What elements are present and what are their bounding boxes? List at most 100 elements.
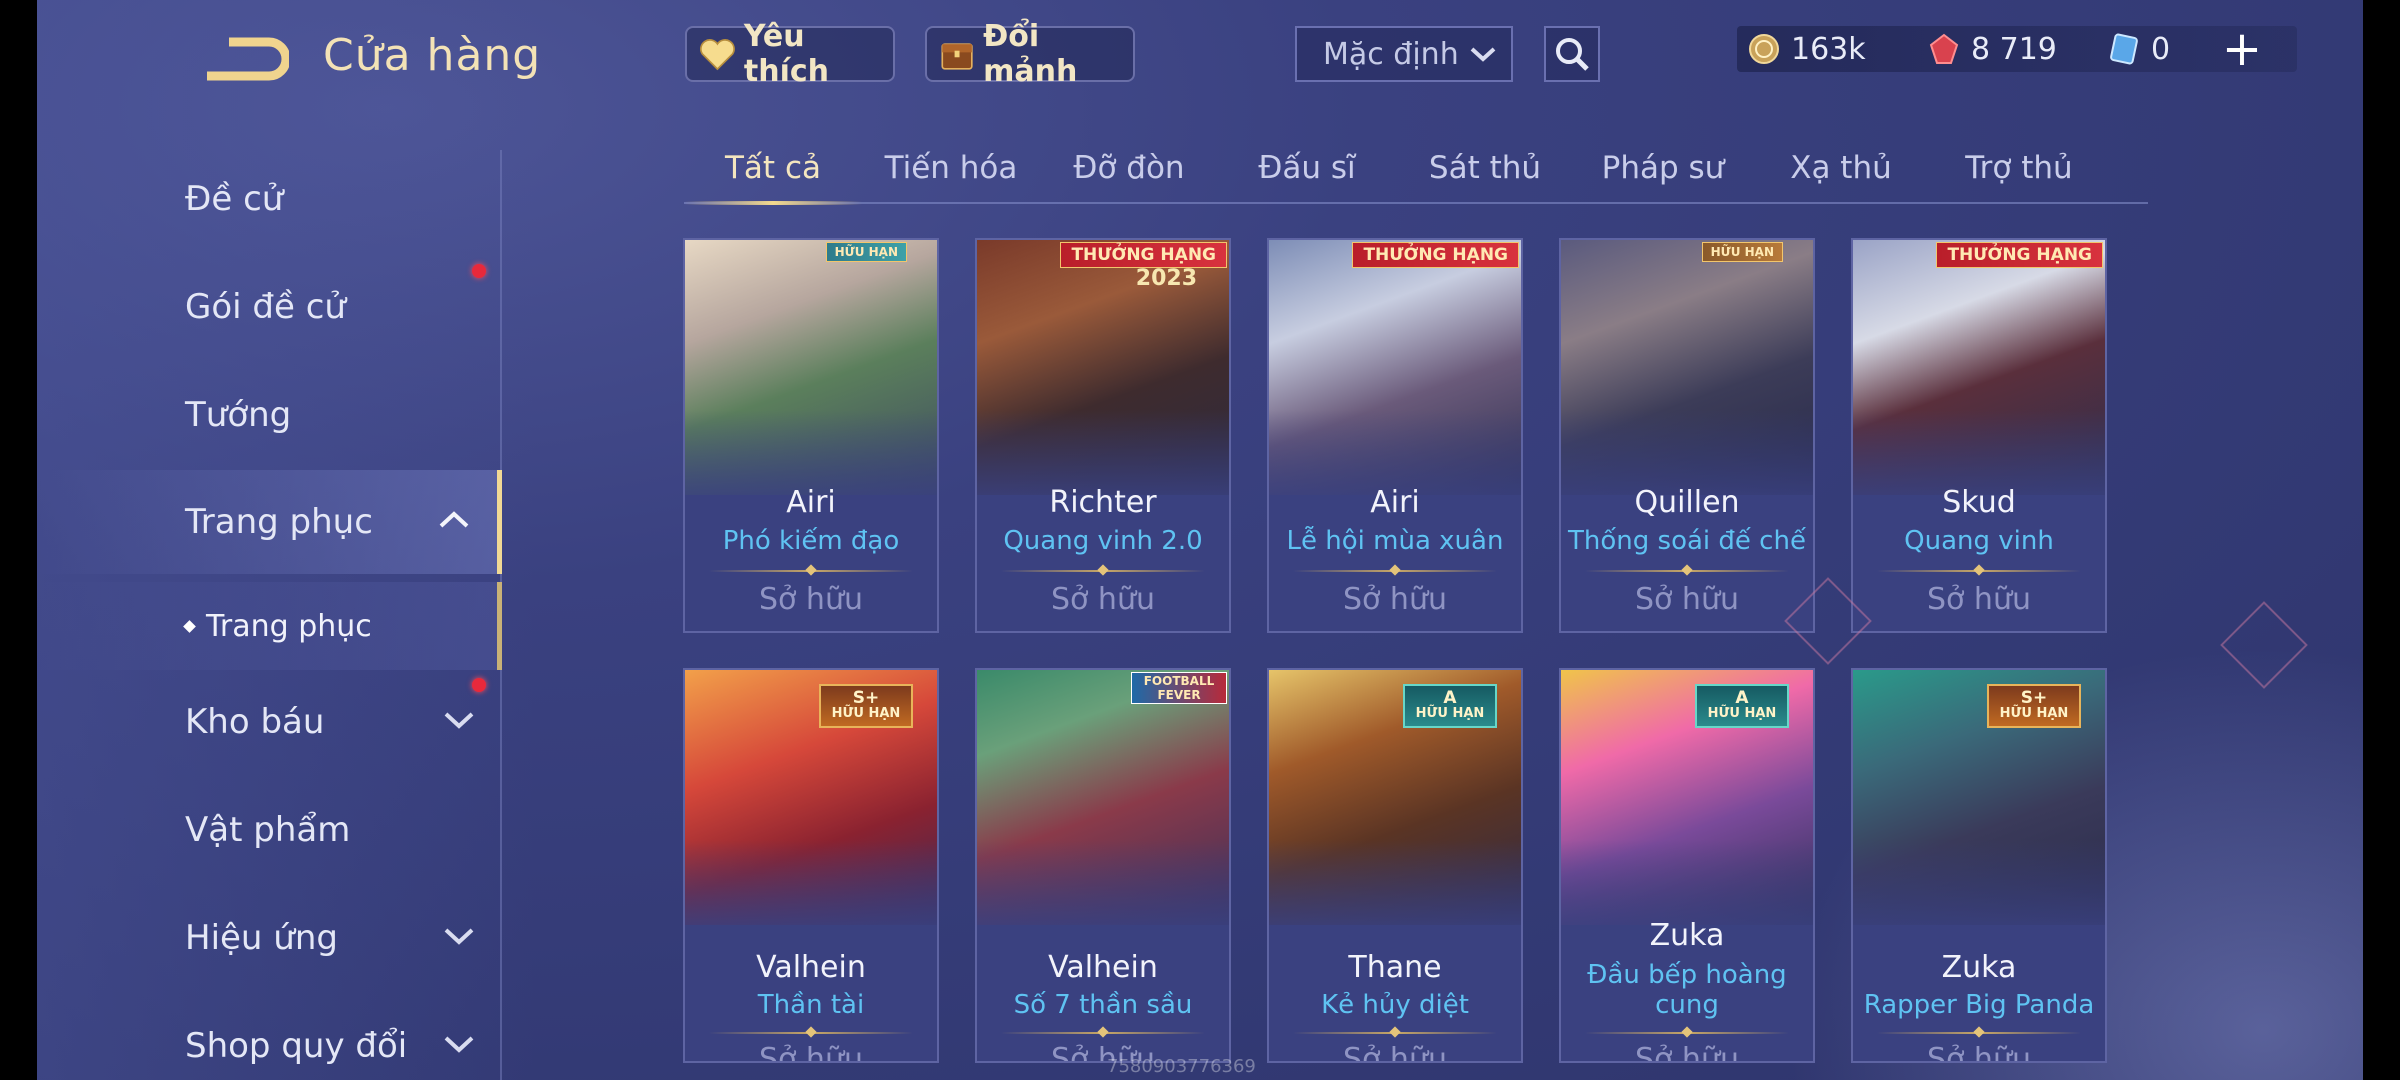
notification-dot — [472, 678, 486, 692]
skin-name: Kẻ hủy diệt — [1321, 990, 1469, 1020]
ruby-currency: 8 719 — [1927, 32, 2097, 67]
chevron-down-icon — [444, 928, 474, 945]
favorites-label: Yêu thích — [743, 19, 830, 89]
sidebar-item-treasure[interactable]: Kho báu — [37, 670, 502, 774]
plus-icon: + — [2221, 21, 2263, 77]
premium-badge: THƯỞNG HẠNG — [1352, 242, 1519, 268]
skin-name: Thần tài — [757, 990, 865, 1020]
skin-name: Thống soái đế chế — [1568, 526, 1806, 556]
fragments-exchange-button[interactable]: Đổi mảnh — [925, 19, 1135, 89]
limited-badge: HỮU HẠN — [825, 242, 907, 262]
tab-evolution[interactable]: Tiến hóa — [862, 138, 1040, 202]
skin-name: Lễ hội mùa xuân — [1286, 526, 1504, 556]
skin-card[interactable]: THƯỞNG HẠNG 2023 Richter Quang vinh 2.0 … — [975, 238, 1231, 633]
event-badge: FOOTBALL FEVER — [1131, 672, 1227, 704]
tab-support[interactable]: Trợ thủ — [1930, 138, 2108, 202]
skin-name: Rapper Big Panda — [1863, 990, 2095, 1020]
sidebar-item-effects[interactable]: Hiệu ứng — [37, 886, 502, 990]
grade-badge: S+ HỮU HẠN — [1987, 684, 2081, 728]
tab-assassin[interactable]: Sát thủ — [1396, 138, 1574, 202]
gold-currency: 163k — [1747, 32, 1917, 67]
skin-card[interactable]: FOOTBALL FEVER Valhein Số 7 thần sầu Sở … — [975, 668, 1231, 1063]
skin-card[interactable]: THƯỞNG HẠNG Airi Lễ hội mùa xuân Sở hữu — [1267, 238, 1523, 633]
ownership-status: Sở hữu — [1927, 1042, 2031, 1063]
sort-value: Mặc định — [1323, 36, 1459, 72]
sidebar-item-label: Gói đề cử — [185, 287, 346, 327]
skin-name: Số 7 thần sầu — [1013, 990, 1193, 1020]
tab-fighter[interactable]: Đấu sĩ — [1218, 138, 1396, 202]
skin-card[interactable]: HỮU HẠN Quillen Thống soái đế chế Sở hữu — [1559, 238, 1815, 633]
treasure-chest-icon — [941, 43, 973, 70]
sidebar-item-heroes[interactable]: Tướng — [37, 363, 502, 467]
skin-card[interactable]: THƯỞNG HẠNG Skud Quang vinh Sở hữu — [1851, 238, 2107, 633]
fragments-label: Đổi mảnh — [983, 19, 1078, 89]
ownership-status: Sở hữu — [1343, 1042, 1447, 1063]
sidebar-item-featured[interactable]: Đề cử — [37, 147, 502, 251]
chevron-down-icon — [1470, 47, 1496, 62]
skin-card[interactable]: S+ HỮU HẠN Valhein Thần tài Sở hữu — [683, 668, 939, 1063]
notification-dot — [472, 264, 486, 278]
category-tabs: Tất cả Tiến hóa Đỡ đòn Đấu sĩ Sát thủ Ph… — [684, 138, 2148, 205]
gold-amount: 163k — [1791, 31, 1866, 67]
hero-name: Skud — [1942, 485, 2016, 520]
premium-badge: THƯỞNG HẠNG — [1060, 242, 1227, 268]
sidebar-subitem-label: Trang phục — [206, 608, 372, 644]
hero-name: Zuka — [1941, 950, 2017, 985]
ownership-status: Sở hữu — [1051, 582, 1155, 617]
hero-name: Airi — [1370, 485, 1420, 520]
gold-coin-icon — [1749, 34, 1779, 64]
skin-card[interactable]: A HỮU HẠN Zuka Đầu bếp hoàng cung Sở hữu — [1559, 668, 1815, 1063]
grade-badge: A HỮU HẠN — [1403, 684, 1497, 728]
bullet-icon — [183, 619, 196, 633]
grade-badge: A HỮU HẠN — [1695, 684, 1789, 728]
sidebar-item-label: Đề cử — [185, 179, 284, 219]
skin-card[interactable]: HỮU HẠN Airi Phó kiếm đạo Sở hữu — [683, 238, 939, 633]
sidebar-item-featured-bundles[interactable]: Gói đề cử — [37, 255, 502, 359]
voucher-icon — [2110, 33, 2138, 65]
sort-select[interactable]: Mặc định — [1295, 26, 1513, 82]
sidebar-item-label: Vật phẩm — [185, 810, 351, 850]
hero-name: Zuka — [1649, 918, 1725, 953]
hero-name: Valhein — [1048, 950, 1158, 985]
chevron-down-icon — [444, 1036, 474, 1053]
page-title: Cửa hàng — [323, 30, 542, 81]
ownership-status: Sở hữu — [1635, 1042, 1739, 1063]
sidebar-item-skins[interactable]: Trang phục — [37, 470, 502, 574]
sidebar-item-label: Kho báu — [185, 702, 325, 742]
premium-badge: THƯỞNG HẠNG — [1936, 242, 2103, 268]
add-currency-button[interactable]: + — [2217, 21, 2267, 77]
skin-card[interactable]: A HỮU HẠN Thane Kẻ hủy diệt Sở hữu — [1267, 668, 1523, 1063]
badge-year: 2023 — [1135, 266, 1197, 291]
sidebar-subitem-skins[interactable]: Trang phục — [37, 582, 502, 670]
tab-marksman[interactable]: Xạ thủ — [1752, 138, 1930, 202]
ownership-status: Sở hữu — [1343, 582, 1447, 617]
limited-badge: HỮU HẠN — [1701, 242, 1783, 262]
voucher-amount: 0 — [2151, 31, 2171, 67]
skin-name: Đầu bếp hoàng cung — [1587, 960, 1787, 1020]
ownership-status: Sở hữu — [759, 1042, 863, 1063]
ruby-icon — [1929, 33, 1959, 64]
sidebar-item-items[interactable]: Vật phẩm — [37, 778, 502, 882]
back-arrow-icon — [207, 37, 289, 81]
search-icon — [1556, 38, 1589, 71]
ownership-status: Sở hữu — [1635, 582, 1739, 617]
hero-name: Airi — [786, 485, 836, 520]
ruby-amount: 8 719 — [1971, 31, 2057, 67]
skin-grid: HỮU HẠN Airi Phó kiếm đạo Sở hữu THƯỞNG … — [683, 238, 2153, 1080]
shop-screen: Cửa hàng Yêu thích Đổi mảnh Mặc định 163… — [37, 0, 2363, 1080]
back-button[interactable] — [189, 24, 299, 94]
hero-name: Thane — [1348, 950, 1442, 985]
favorites-button[interactable]: Yêu thích — [685, 19, 895, 89]
skin-name: Quang vinh 2.0 — [1003, 526, 1203, 556]
sidebar-item-label: Tướng — [185, 395, 292, 435]
sidebar-item-label: Hiệu ứng — [185, 918, 338, 958]
sidebar-item-exchange-shop[interactable]: Shop quy đổi — [37, 994, 502, 1080]
tab-mage[interactable]: Pháp sư — [1574, 138, 1752, 202]
watermark-id: 7580903776369 — [1107, 1056, 1256, 1077]
sidebar-item-label: Shop quy đổi — [185, 1026, 408, 1066]
tab-tank[interactable]: Đỡ đòn — [1040, 138, 1218, 202]
tab-all[interactable]: Tất cả — [684, 138, 862, 205]
hero-name: Quillen — [1634, 485, 1740, 520]
skin-card[interactable]: S+ HỮU HẠN Zuka Rapper Big Panda Sở hữu — [1851, 668, 2107, 1063]
search-button[interactable] — [1544, 26, 1600, 82]
